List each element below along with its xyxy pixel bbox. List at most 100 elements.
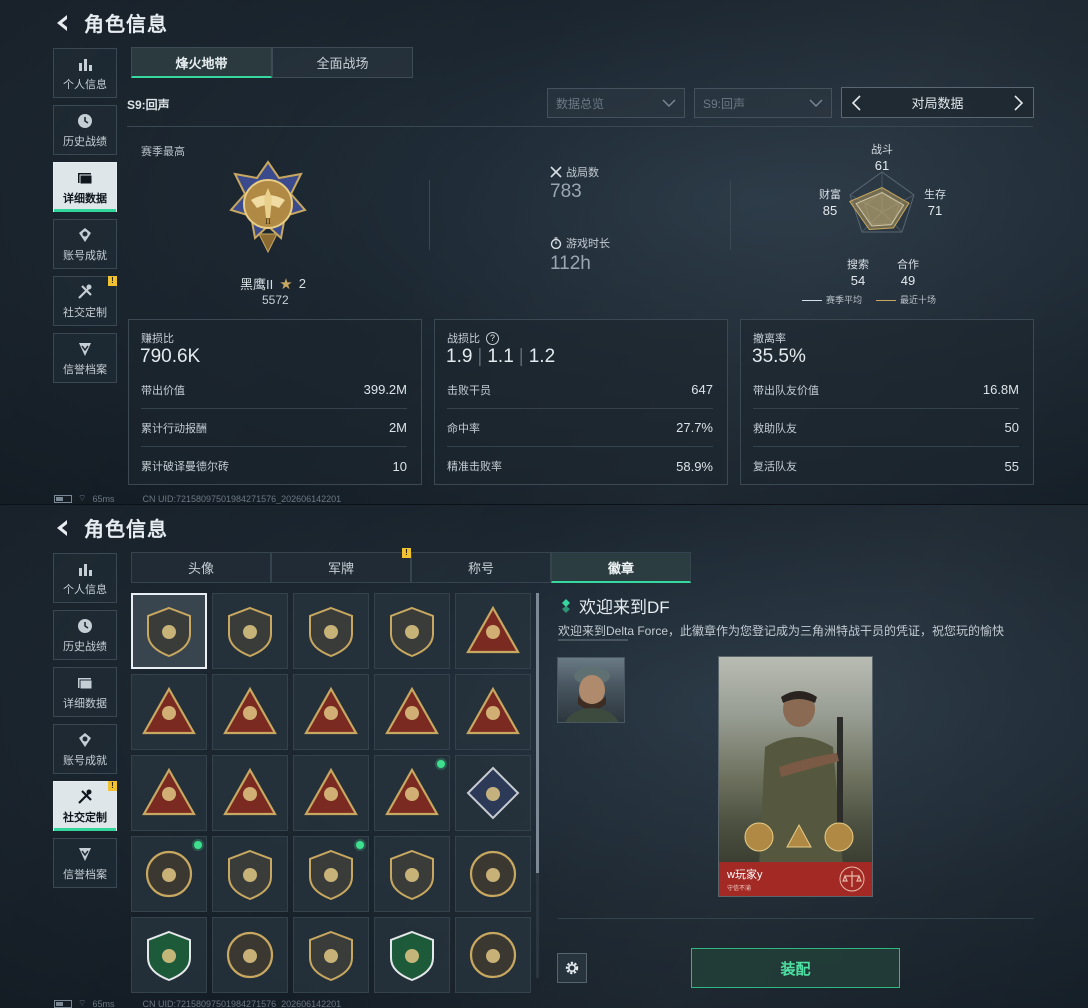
tab-badge[interactable]: 徽章 — [551, 552, 691, 583]
slash-circle-badge-icon — [469, 931, 517, 979]
badge-cell[interactable] — [455, 836, 531, 912]
sidebar: 个人信息 历史战绩 详细数据 账号成就 社交定制 ! 信誉档案 — [53, 553, 117, 895]
operator-portrait-icon — [565, 667, 619, 722]
badge-cell[interactable] — [131, 674, 207, 750]
season-dropdown[interactable]: S9:回声 — [694, 88, 832, 118]
match-data-selector[interactable]: 对局数据 — [841, 87, 1034, 118]
badge-cell[interactable] — [455, 674, 531, 750]
badge-cell[interactable] — [293, 593, 369, 669]
tab-full-battlefield[interactable]: 全面战场 — [272, 47, 413, 78]
badge-cell[interactable] — [455, 755, 531, 831]
gem-shield-badge-icon — [390, 849, 434, 901]
page-title: 角色信息 — [84, 14, 168, 36]
badge-cell[interactable] — [131, 593, 207, 669]
skull-circle-badge-icon — [469, 850, 517, 898]
badge-cell[interactable] — [293, 917, 369, 993]
tab-dogtag[interactable]: 军牌 — [271, 552, 411, 583]
sidebar: 个人信息 历史战绩 详细数据 账号成就 社交定制 ! 信誉档案 — [53, 48, 117, 390]
shield-down-icon — [79, 342, 91, 356]
panel-title: 战损比 ? — [447, 330, 499, 346]
black-hawk-rank-emblem-icon: II — [229, 160, 307, 254]
back-arrow-icon[interactable] — [52, 12, 74, 34]
badge-cell[interactable] — [212, 755, 288, 831]
sidebar-item-personal-info[interactable]: 个人信息 — [53, 553, 117, 603]
chevron-left-icon[interactable] — [850, 94, 864, 112]
radar-legend: 赛季平均 最近十场 — [802, 293, 936, 306]
badge-cell[interactable] — [131, 836, 207, 912]
s5-triangle-badge-icon — [142, 686, 196, 735]
badge-cell[interactable] — [374, 674, 450, 750]
tab-title[interactable]: 称号 — [411, 552, 551, 583]
tools-icon — [78, 284, 92, 299]
mode-tabs: 烽火地带 全面战场 — [131, 47, 413, 78]
panel-kd-ratio: 战损比 ? 1.9 | 1.1 | 1.2 击败干员 647 命中率 27.7% 精准击败率… — [434, 319, 728, 485]
sidebar-item-achievements[interactable]: 账号成就 — [53, 219, 117, 269]
badge-cell[interactable] — [131, 755, 207, 831]
stat-row: 击败干员 647 — [447, 371, 713, 409]
badge-cell[interactable] — [293, 755, 369, 831]
badge-cell[interactable] — [455, 917, 531, 993]
sidebar-item-personal-info[interactable]: 个人信息 — [53, 48, 117, 98]
badge-cell[interactable] — [455, 593, 531, 669]
badge-cell[interactable] — [374, 836, 450, 912]
sidebar-item-label: 详细数据 — [63, 192, 107, 205]
player-avatar — [557, 657, 625, 723]
notification-badge: ! — [108, 781, 117, 791]
battery-icon — [54, 494, 72, 503]
player-name: w玩家y — [727, 869, 763, 881]
chevron-down-icon — [662, 99, 676, 107]
badge-cell[interactable] — [212, 836, 288, 912]
sidebar-item-achievements[interactable]: 账号成就 — [53, 724, 117, 774]
sidebar-item-history[interactable]: 历史战绩 — [53, 610, 117, 660]
matches-label-row: 战局数 — [550, 164, 599, 180]
chevron-down-icon — [809, 99, 823, 107]
status-bar: ⌔ 65ms CN UID:721580975019842715​76_2026… — [54, 493, 341, 504]
stat-row: 带出队友价值 16.8M — [753, 371, 1019, 409]
helicopter-badge-icon — [228, 606, 272, 658]
sidebar-item-detailed-data[interactable]: 详细数据 — [53, 162, 117, 212]
badge-cell[interactable] — [131, 917, 207, 993]
sidebar-item-reputation[interactable]: 信誉档案 — [53, 333, 117, 383]
back-arrow-icon[interactable] — [52, 517, 74, 539]
badge-grid — [131, 593, 531, 993]
badge-cell[interactable] — [374, 755, 450, 831]
equip-button[interactable]: 装配 — [691, 948, 900, 988]
scrollbar-thumb[interactable] — [536, 593, 539, 873]
radar-value-wealth: 85 — [822, 203, 838, 218]
tab-firezone[interactable]: 烽火地带 — [131, 47, 272, 78]
stat-row: 精准击败率 58.9% — [447, 458, 713, 474]
badge-cell[interactable] — [293, 836, 369, 912]
title-bar: 角色信息 — [52, 513, 168, 542]
sidebar-item-history[interactable]: 历史战绩 — [53, 105, 117, 155]
stat-row: 带出价值 399.2M — [141, 371, 407, 409]
badge-cell[interactable] — [374, 593, 450, 669]
profit-ratio-value: 790.6K — [140, 346, 201, 367]
tab-avatar[interactable]: 头像 — [131, 552, 271, 583]
overview-dropdown[interactable]: 数据总览 — [547, 88, 685, 118]
help-icon[interactable]: ? — [486, 331, 499, 345]
panel-title: 赚损比 — [141, 333, 174, 345]
sidebar-item-social-custom[interactable]: 社交定制 ! — [53, 276, 117, 326]
radar-label-combat: 战斗 — [871, 144, 893, 156]
chevron-right-icon[interactable] — [1011, 94, 1025, 112]
badge-cell[interactable] — [212, 917, 288, 993]
sidebar-item-social-custom[interactable]: 社交定制 ! — [53, 781, 117, 831]
flower-wreath-badge-icon — [147, 930, 191, 982]
star-crest-badge-icon — [309, 849, 353, 901]
badge-detail-description: 欢迎来到Delta Force，此徽章作为您登记成为三角洲特战干员的凭证，祝您玩… — [558, 624, 1005, 638]
scales-emblem-icon — [839, 866, 865, 892]
rank-name: 黑鹰II ★ 2 — [240, 274, 306, 293]
stat-row: 累计破译曼德尔砖 10 — [141, 458, 407, 474]
badge-cell[interactable] — [374, 917, 450, 993]
badge-cell[interactable] — [212, 593, 288, 669]
badge-cell[interactable] — [293, 674, 369, 750]
clock-icon — [78, 618, 92, 633]
chevron-shield-badge-icon — [228, 849, 272, 901]
playtime-label-row: 游戏时长 — [550, 235, 610, 251]
badge-cell[interactable] — [212, 674, 288, 750]
settings-button[interactable] — [557, 953, 587, 983]
sidebar-item-label: 账号成就 — [63, 249, 107, 262]
sidebar-item-reputation[interactable]: 信誉档案 — [53, 838, 117, 888]
new-indicator-dot — [437, 760, 445, 768]
sidebar-item-detailed-data[interactable]: 详细数据 — [53, 667, 117, 717]
